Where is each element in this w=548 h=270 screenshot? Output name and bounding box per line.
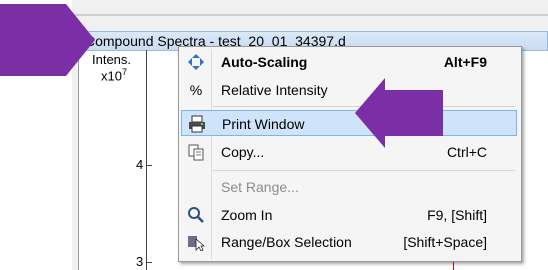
menu-item-label: Range/Box Selection [221,234,352,250]
window-top-edge [72,14,548,16]
menu-separator [213,170,515,171]
menu-item-shortcut: Alt+F9 [443,54,487,70]
menu-item-label: Print Window [222,116,305,132]
menu-item-shortcut: Ctrl+C [446,144,487,160]
y-axis-exponent: x107 [101,67,127,84]
menu-item-label: Zoom In [221,207,273,223]
y-axis-label: Intens. [92,52,132,67]
annotation-pointer-arrow [355,78,443,148]
menu-item-label: Set Range... [221,179,299,195]
percent-icon: % [189,82,203,98]
magnifier-icon [187,206,205,224]
printer-icon [188,115,206,133]
menu-item-shortcut: F9, [Shift] [427,207,487,223]
menu-item-relative-intensity[interactable]: % Relative Intensity [181,77,517,103]
menu-item-set-range[interactable]: Set Range... [181,174,517,200]
copy-icon [187,143,205,161]
menu-item-label: Copy... [221,144,265,160]
menu-item-copy[interactable]: Copy... Ctrl+C [181,139,517,165]
context-menu: Auto-Scaling Alt+F9 % Relative Intensity… [178,46,522,262]
y-tick-label: 4 [136,157,144,172]
menu-item-shortcut: [Shift+Space] [403,234,487,250]
menu-item-auto-scaling[interactable]: Auto-Scaling Alt+F9 [181,49,517,75]
menu-item-zoom-in[interactable]: Zoom In F9, [Shift] [181,202,517,228]
y-tick [146,165,152,166]
auto-scaling-icon [187,53,205,71]
menu-item-print-window[interactable]: Print Window [181,110,517,136]
y-tick-label: 3 [136,254,144,269]
menu-item-label: Relative Intensity [221,82,328,98]
y-tick [146,262,152,263]
y-axis-line [146,50,147,270]
menu-item-range-box-selection[interactable]: Range/Box Selection [Shift+Space] [181,229,517,255]
annotation-banner-arrow [0,4,95,76]
menu-item-label: Auto-Scaling [221,54,308,70]
range-selection-icon [187,233,206,252]
